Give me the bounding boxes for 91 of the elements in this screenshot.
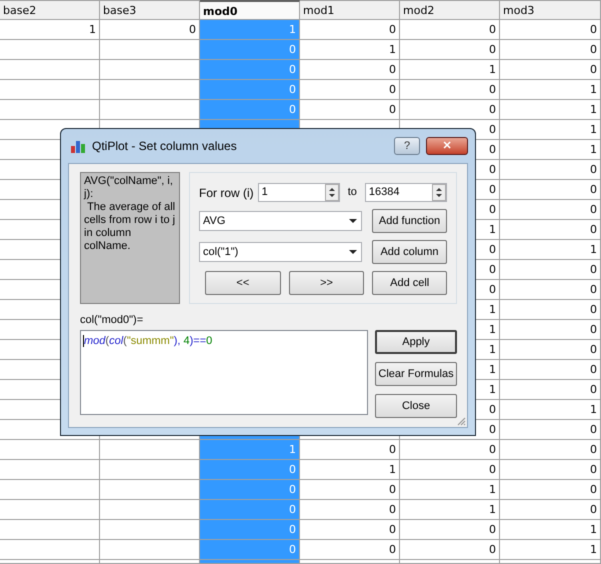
table-cell: 1 (400, 60, 500, 80)
table-cell: 0 (500, 60, 601, 80)
table-cell: 0 (500, 280, 601, 300)
app-icon (70, 138, 86, 154)
table-cell: 1 (500, 540, 601, 560)
table-cell: 0 (300, 520, 400, 540)
dialog-button[interactable]: Close (375, 394, 457, 418)
from-spinbox[interactable]: 1 (258, 183, 340, 202)
to-label: to (348, 185, 357, 200)
table-cell: 0 (500, 360, 601, 380)
table-cell: 0 (200, 100, 300, 120)
table-cell: 1 (200, 440, 300, 460)
table-cell: 0 (200, 520, 300, 540)
spin-arrows-icon[interactable] (324, 184, 339, 201)
function-dropdown[interactable]: AVG (199, 211, 362, 231)
table-cell: 0 (300, 480, 400, 500)
table-cell: 0 (300, 80, 400, 100)
table-cell: 0 (400, 40, 500, 60)
table-cell: 0 (500, 500, 601, 520)
table-cell: 0 (200, 60, 300, 80)
table-cell: 0 (500, 20, 601, 40)
dialog-button[interactable]: Clear Formulas (375, 362, 457, 386)
table-cell: 0 (300, 440, 400, 460)
table-cell: 1 (0, 20, 100, 40)
table-cell: 1 (300, 40, 400, 60)
table-cell: 0 (300, 540, 400, 560)
table-cell: 0 (400, 540, 500, 560)
column-header[interactable]: mod0 (200, 0, 300, 20)
table-cell: 0 (200, 460, 300, 480)
column-header[interactable]: base3 (100, 0, 200, 20)
table-cell: 0 (500, 260, 601, 280)
table-cell: 0 (400, 100, 500, 120)
resize-grip-icon[interactable] (456, 416, 466, 426)
column-dropdown[interactable]: col("1") (199, 242, 362, 262)
table-cell: 0 (500, 160, 601, 180)
table-cell: 0 (500, 440, 601, 460)
column-header[interactable]: mod3 (500, 0, 601, 20)
add-cell-button[interactable]: Add cell (372, 271, 448, 295)
table-cell: 1 (500, 520, 601, 540)
table-cell: 0 (300, 60, 400, 80)
table-cell: 1 (500, 100, 601, 120)
help-button[interactable]: ? (394, 137, 420, 155)
table-cell: 0 (500, 300, 601, 320)
next-button[interactable]: >> (288, 271, 364, 295)
table-cell: 0 (200, 80, 300, 100)
column-header[interactable]: mod1 (300, 0, 400, 20)
table-cell: 1 (500, 120, 601, 140)
table-cell: 0 (500, 480, 601, 500)
add-column-button[interactable]: Add column (372, 240, 447, 264)
table-cell: 0 (200, 480, 300, 500)
table-cell: 1 (300, 460, 400, 480)
table-cell: 0 (300, 500, 400, 520)
table-cell: 1 (400, 480, 500, 500)
table-cell: 0 (400, 20, 500, 40)
table-cell: 0 (400, 80, 500, 100)
table-cell: 1 (200, 20, 300, 40)
table-cell: 1 (500, 240, 601, 260)
for-row-label: For row (i) (199, 184, 254, 202)
formula-label: col("mod0")= (80, 313, 144, 327)
column-header[interactable]: base2 (0, 0, 100, 20)
table-cell: 1 (500, 140, 601, 160)
table-cell: 0 (200, 500, 300, 520)
previous-button[interactable]: << (205, 271, 281, 295)
table-cell: 0 (500, 340, 601, 360)
table-cell: 0 (500, 420, 601, 440)
table-cell: 0 (500, 220, 601, 240)
table-cell: 1 (500, 80, 601, 100)
table-cell: 0 (500, 180, 601, 200)
table-cell: 0 (500, 320, 601, 340)
spin-arrows-icon[interactable] (432, 184, 446, 201)
table-cell: 0 (200, 40, 300, 60)
add-function-button[interactable]: Add function (372, 209, 447, 233)
table-cell: 0 (500, 40, 601, 60)
table-cell: 0 (400, 520, 500, 540)
table-cell: 0 (500, 200, 601, 220)
table-cell: 0 (400, 440, 500, 460)
table-cell: 0 (400, 460, 500, 480)
table-cell: 0 (100, 20, 200, 40)
window-title: QtiPlot - Set column values (92, 138, 238, 155)
column-header[interactable]: mod2 (400, 0, 500, 20)
table-cell: 0 (500, 460, 601, 480)
table-cell: 0 (500, 380, 601, 400)
table-cell: 0 (300, 100, 400, 120)
to-spinbox[interactable]: 16384 (364, 183, 447, 202)
function-description: AVG("colName", i, j): The average of all cells from row i to j in column colName. (80, 172, 180, 304)
table-cell: 0 (300, 20, 400, 40)
dialog-button[interactable]: Apply (375, 330, 457, 354)
formula-editor[interactable]: mod(col("summm"), 4)==0 (80, 330, 368, 415)
table-cell: 1 (500, 400, 601, 420)
table-cell: 1 (400, 500, 500, 520)
table-cell: 0 (200, 540, 300, 560)
